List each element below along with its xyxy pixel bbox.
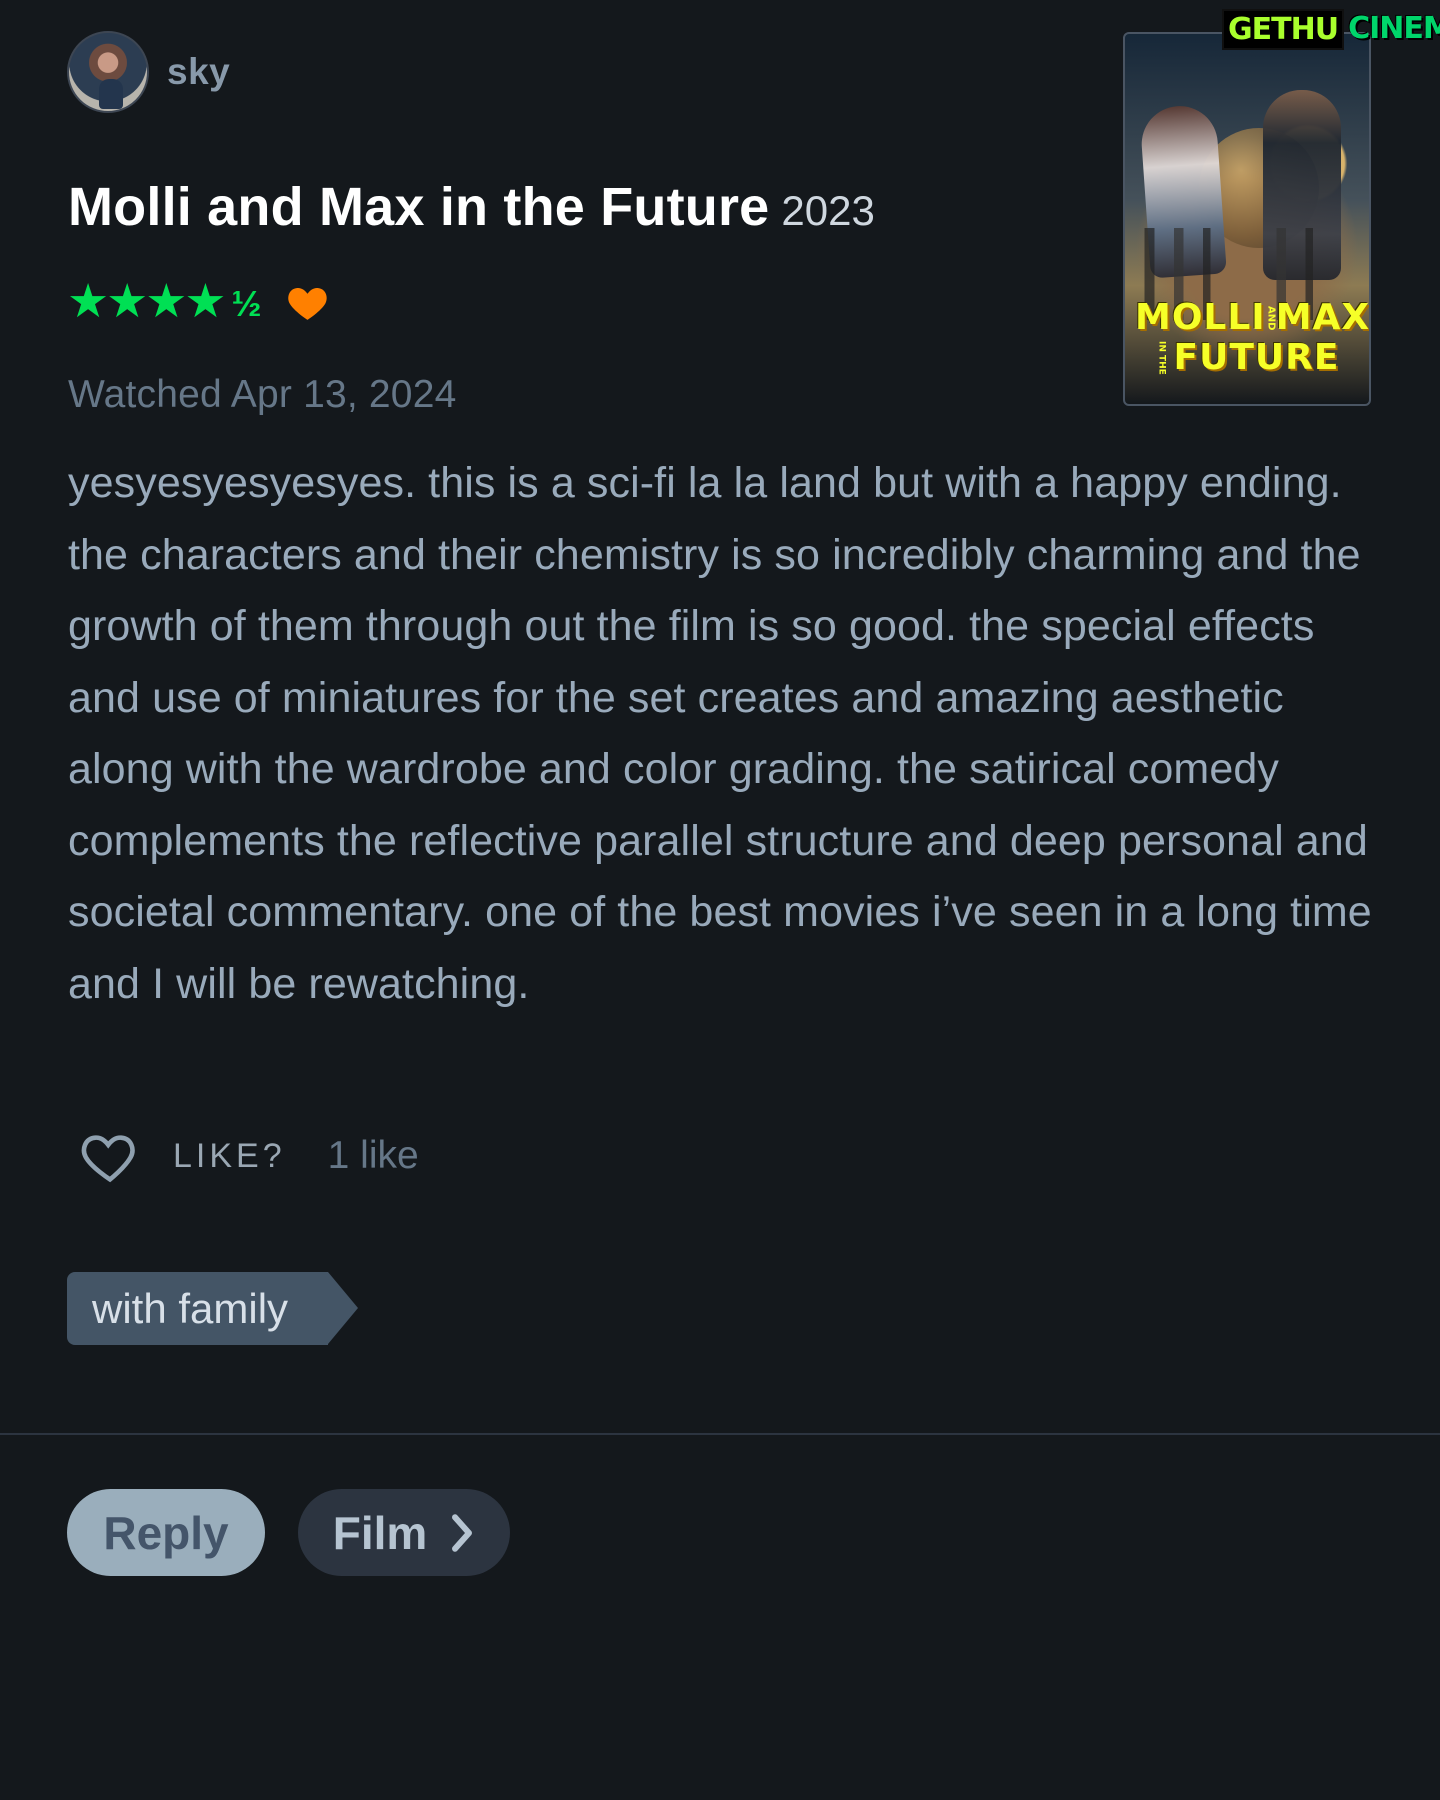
film-poster[interactable]: MOLLI AND MAX IN THE FUTURE — [1123, 32, 1371, 406]
review-text: yesyesyesyesyes. this is a sci-fi la la … — [68, 459, 1372, 1008]
film-button-label: Film — [332, 1506, 428, 1559]
poster-title-and: AND — [1265, 305, 1277, 331]
poster-title-in-the: IN THE — [1156, 341, 1167, 375]
poster-title: MOLLI AND MAX IN THE FUTURE — [1135, 297, 1369, 376]
like-row: LIKE? 1 like — [77, 1128, 419, 1184]
like-button[interactable]: LIKE? — [77, 1128, 286, 1184]
watermark-right: CINEMA — [1348, 11, 1440, 46]
film-button[interactable]: Film — [298, 1489, 510, 1576]
poster-title-molli: MOLLI — [1135, 297, 1266, 338]
divider — [0, 1433, 1440, 1435]
watermark: GETHU CINEMA — [1222, 8, 1440, 50]
heart-outline-icon — [81, 1135, 135, 1183]
like-label[interactable]: LIKE? — [173, 1137, 286, 1176]
username[interactable]: sky — [167, 51, 230, 93]
half-star: ½ — [231, 282, 262, 324]
poster-title-future: FUTURE — [1173, 337, 1340, 378]
watched-date: Watched Apr 13, 2024 — [68, 373, 457, 416]
like-count[interactable]: 1 like — [328, 1134, 419, 1178]
review-author[interactable]: sky — [67, 31, 230, 113]
poster-title-line-1: MOLLI AND MAX — [1135, 297, 1369, 338]
tag-with-family[interactable]: with family — [67, 1272, 359, 1345]
heart-icon — [287, 287, 327, 320]
film-title[interactable]: Molli and Max in the Future — [68, 176, 769, 238]
chevron-right-icon — [452, 1513, 473, 1552]
rating-row: ★★★★ ½ — [67, 277, 329, 324]
poster-title-max: MAX — [1275, 297, 1371, 338]
film-heading: Molli and Max in the Future 2023 — [68, 176, 875, 238]
watermark-left: GETHU — [1222, 8, 1345, 50]
avatar[interactable] — [67, 31, 149, 113]
film-year[interactable]: 2023 — [781, 187, 874, 235]
star-rating: ★★★★ — [67, 274, 227, 327]
reply-button[interactable]: Reply — [67, 1489, 265, 1576]
poster-title-line-2: IN THE FUTURE — [1135, 340, 1361, 376]
